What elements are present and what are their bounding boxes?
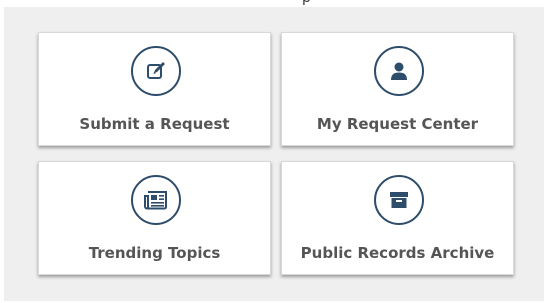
trending-topics-label: Trending Topics: [88, 244, 221, 262]
edit-icon: [146, 62, 165, 79]
user-icon: [390, 62, 407, 80]
newspaper-icon: [143, 191, 167, 210]
submit-request-card[interactable]: Submit a Request: [38, 32, 271, 146]
portal-panel: Submit a Request My Request Center Trend…: [4, 7, 544, 301]
submit-request-icon-circle: [130, 46, 181, 96]
public-records-archive-card[interactable]: Public Records Archive: [281, 161, 514, 275]
cropped-heading: p: [253, 0, 313, 6]
my-request-center-icon-circle: [373, 46, 424, 96]
submit-request-label: Submit a Request: [79, 115, 230, 133]
public-records-archive-label: Public Records Archive: [300, 244, 495, 262]
action-grid: Submit a Request My Request Center Trend…: [38, 32, 522, 276]
trending-topics-card[interactable]: Trending Topics: [38, 161, 271, 275]
public-records-archive-icon-circle: [373, 175, 424, 225]
trending-topics-icon-circle: [130, 175, 181, 225]
my-request-center-card[interactable]: My Request Center: [281, 32, 514, 146]
my-request-center-label: My Request Center: [316, 115, 479, 133]
archive-box-icon: [389, 192, 408, 208]
